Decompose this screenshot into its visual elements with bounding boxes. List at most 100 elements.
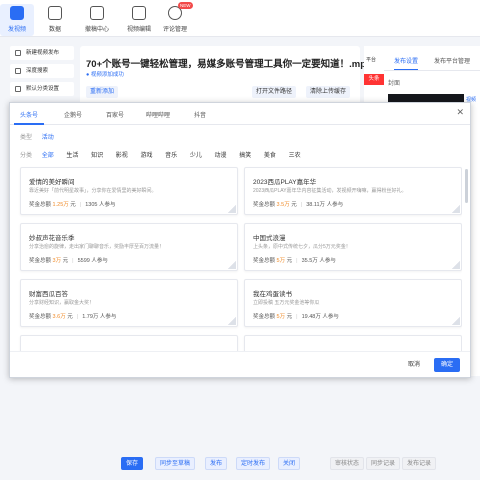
activity-meta: 奖金总额 3万 元 | 5599 人参与 (29, 258, 108, 264)
nav-item-video-edit[interactable]: 视频编辑 (122, 4, 156, 33)
activity-list[interactable]: 爱情的美好瞬间 靠近美好「前代明星故事」，分享你在爱情里的美好瞬间。 奖金总额 … (14, 161, 462, 351)
activity-card[interactable] (20, 335, 238, 351)
prize-label: 奖金总额 (29, 314, 52, 320)
data-icon (48, 6, 62, 20)
participants: 19.48万 人参与 (301, 314, 339, 320)
activity-card[interactable]: 妙叔声花音乐季 分享治愈的旋律，走出家门聊聊音乐，奖励丰厚至百万流量！ 奖金总额… (20, 223, 238, 271)
activity-desc: 靠近美好「前代明星故事」，分享你在爱情里的美好瞬间。 (29, 188, 157, 194)
card-corner (228, 261, 236, 269)
sync-draft-button[interactable]: 同步至草稿 (155, 457, 196, 470)
nav-item-publish-video[interactable]: 发视频 (0, 4, 34, 33)
prize-unit: 元 (67, 314, 73, 320)
activity-card[interactable]: 中国式浪漫 上头条，原中式传统七夕，瓜分5万元奖金！ 奖金总额 5万 元 | 35.… (244, 223, 462, 271)
nav-label: 评论管理 (162, 27, 187, 33)
category-film[interactable]: 影视 (116, 153, 128, 159)
category-settings-icon (15, 86, 21, 92)
activity-card[interactable] (244, 335, 462, 351)
tab-toutiao[interactable]: 头条号 (20, 110, 38, 119)
upload-status: ● 视频添加成功 (86, 72, 124, 78)
toutiao-badge[interactable]: 头条 (364, 74, 384, 85)
prize-label: 奖金总额 (29, 202, 52, 208)
close-icon[interactable]: ✕ (456, 107, 464, 118)
publish-button[interactable]: 发布 (205, 457, 228, 470)
category-food[interactable]: 美食 (264, 153, 276, 159)
category-settings-button[interactable]: 默认分类设置 (10, 82, 74, 96)
platform-label: 平台 (366, 57, 377, 63)
card-corner (228, 317, 236, 325)
activity-title: 财富西瓜百答 (29, 291, 68, 298)
activity-title: 中国式浪漫 (253, 235, 286, 242)
nav-item-home[interactable]: 撤稿中心 (80, 4, 114, 33)
open-path-button[interactable]: 打开文件路径 (252, 86, 297, 98)
activity-meta: 奖金总额 1.25万 元 | 1305 人参与 (29, 202, 116, 208)
activity-meta: 奖金总额 5万 元 | 19.48万 人参与 (253, 314, 339, 320)
category-label: 分类 (20, 153, 33, 159)
category-music[interactable]: 音乐 (165, 153, 177, 159)
category-anime[interactable]: 动漫 (215, 153, 227, 159)
activity-card[interactable]: 我在鸡蛋读书 立即投稿 五万元奖金池等你瓜 奖金总额 5万 元 | 19.48万 人… (244, 279, 462, 327)
category-kids[interactable]: 少儿 (190, 153, 202, 159)
confirm-button[interactable]: 确定 (434, 358, 460, 372)
nav-label: 发视频 (7, 27, 26, 33)
category-all[interactable]: 全部 (42, 153, 54, 159)
bottom-action-bar: 保存 同步至草稿 发布 定时发布 关闭 审核状态 同步记录 发布记录 (0, 452, 480, 476)
nav-item-comments[interactable]: NEW 评论管理 (158, 2, 193, 33)
activity-card[interactable]: 2023西瓜PLAY嘉年华 2023西瓜PLAY嘉年华内容征集活动，发视频开嗨嘛… (244, 167, 462, 215)
tab-baijia[interactable]: 百家号 (106, 110, 124, 119)
prize-unit: 元 (291, 202, 297, 208)
activity-card[interactable]: 爱情的美好瞬间 靠近美好「前代明星故事」，分享你在爱情里的美好瞬间。 奖金总额 … (20, 167, 238, 215)
card-corner (452, 317, 460, 325)
activity-title: 妙叔声花音乐季 (29, 235, 75, 242)
sync-record-button[interactable]: 同步记录 (366, 457, 401, 470)
list-scrollbar[interactable] (465, 169, 468, 203)
new-publish-button[interactable]: 新建视频发布 (10, 46, 74, 60)
prize-amount: 3.5万 (276, 202, 290, 208)
card-corner (452, 205, 460, 213)
activity-desc: 立即投稿 五万元奖金池等你瓜 (253, 300, 320, 306)
activity-desc: 2023西瓜PLAY嘉年华内容征集活动，发视频开嗨嘛，赢得粉丝好礼。 (253, 188, 407, 194)
publish-record-button[interactable]: 发布记录 (402, 457, 437, 470)
review-status-button[interactable]: 审核状态 (330, 457, 365, 470)
type-label: 类型 (20, 135, 33, 141)
type-value[interactable]: 活动 (42, 135, 54, 141)
clear-cache-button[interactable]: 清除上传缓存 (306, 86, 351, 98)
tab-penguin[interactable]: 企鹅号 (64, 110, 82, 119)
sidebar-label: 默认分类设置 (26, 86, 60, 92)
category-funny[interactable]: 搞笑 (239, 153, 251, 159)
sidebar-label: 新建视频发布 (26, 50, 60, 56)
activity-title: 爱情的美好瞬间 (29, 179, 75, 186)
tab-divider (384, 70, 480, 71)
save-button[interactable]: 保存 (121, 457, 144, 470)
activity-card[interactable]: 财富西瓜百答 分享财经知识，赢取金大奖！ 奖金总额 3.6万 元 | 1.79万 人… (20, 279, 238, 327)
video-title: 70+个账号一键轻松管理，易媒多账号管理工具你一定要知道！.mp4 (86, 59, 372, 70)
video-upload-icon (10, 6, 24, 20)
category-game[interactable]: 游戏 (140, 153, 152, 159)
type-row: 类型 活动 (20, 132, 65, 141)
participants: 1.79万 人参与 (82, 314, 117, 320)
prize-unit: 元 (286, 314, 293, 320)
video-edit-icon (132, 6, 146, 20)
deep-search-button[interactable]: 深度搜索 (10, 64, 74, 78)
upload-status-text: 视频添加成功 (90, 72, 124, 78)
category-knowledge[interactable]: 知识 (91, 153, 103, 159)
prize-unit: 元 (70, 202, 76, 208)
prize-amount: 3万 (52, 258, 62, 264)
category-life[interactable]: 生活 (66, 153, 78, 159)
re-add-button[interactable]: 重新添加 (86, 86, 119, 98)
nav-label: 视频编辑 (126, 27, 151, 33)
prize-label: 奖金总额 (253, 314, 276, 320)
tab-publish-settings[interactable]: 发布设置 (394, 56, 419, 70)
nav-item-data[interactable]: 数据 (38, 4, 72, 33)
category-agriculture[interactable]: 三农 (289, 153, 301, 159)
cancel-button[interactable]: 取消 (400, 358, 428, 372)
close-button[interactable]: 关闭 (278, 457, 301, 470)
prize-label: 奖金总额 (253, 258, 276, 264)
tab-bilibili[interactable]: 哔哩哔哩 (146, 110, 170, 119)
nav-label: 撤稿中心 (84, 27, 109, 33)
tab-platform-management[interactable]: 发布平台管理 (434, 56, 470, 65)
prize-amount: 5万 (276, 258, 286, 264)
scheduled-publish-button[interactable]: 定时发布 (236, 457, 271, 470)
activity-desc: 分享财经知识，赢取金大奖！ (29, 300, 95, 306)
activity-modal: 头条号 企鹅号 百家号 哔哩哔哩 抖音 ✕ 类型 活动 分类 全部 生活 知识 … (9, 102, 471, 378)
tab-douyin[interactable]: 抖音 (194, 110, 206, 119)
